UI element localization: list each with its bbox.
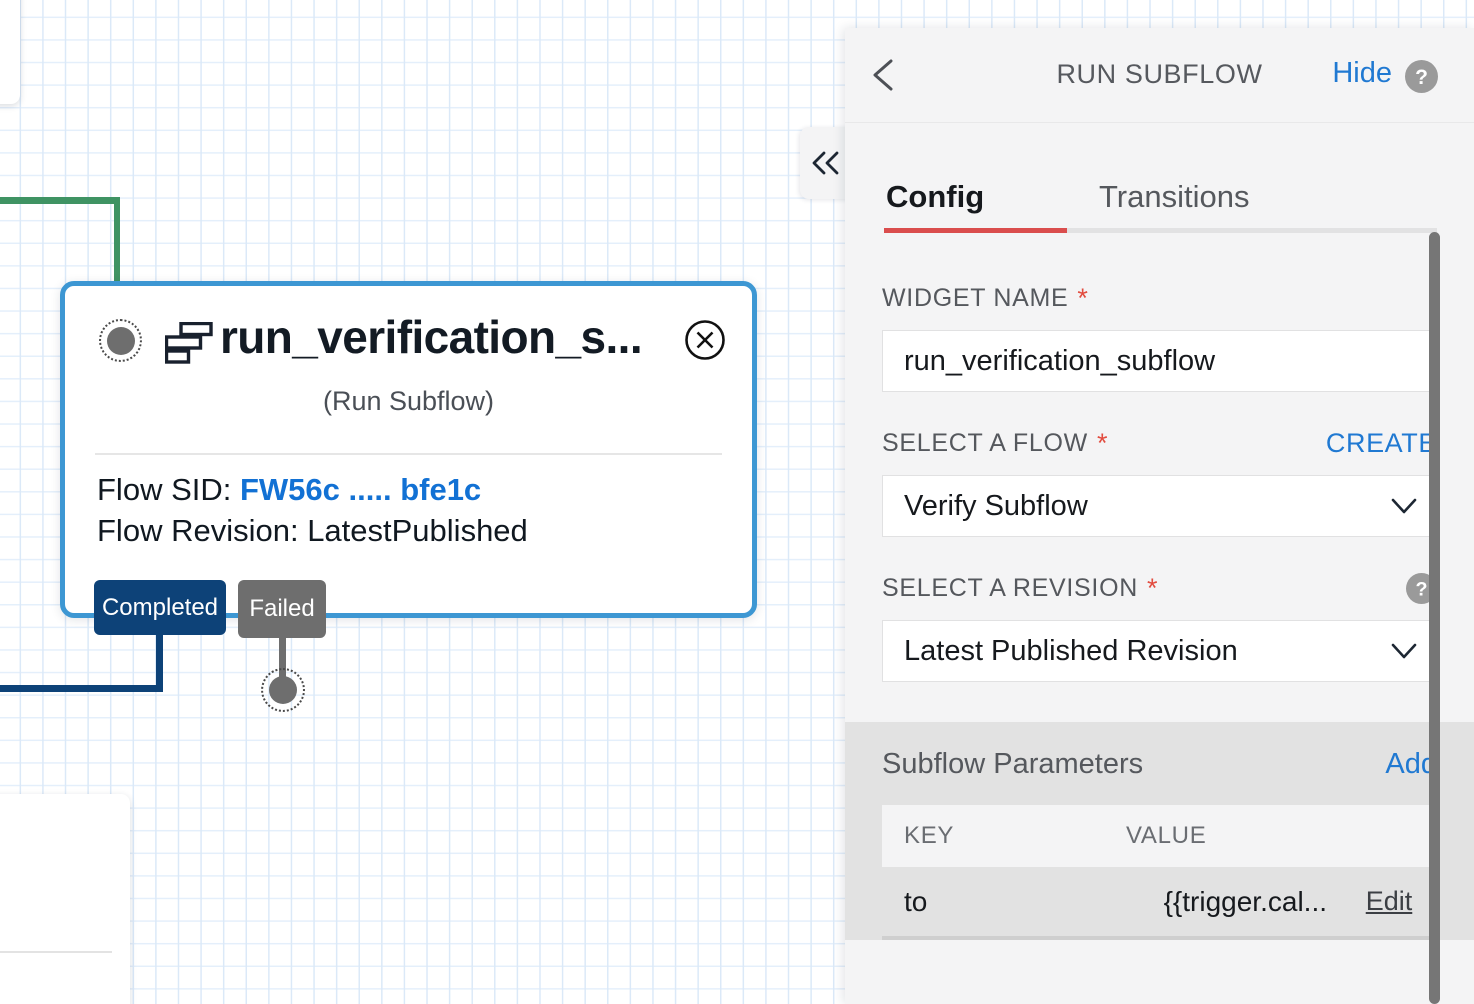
column-header-key: KEY [904, 822, 955, 849]
node-flow-sid-row: Flow SID: FW56c ..... bfe1c [97, 469, 528, 510]
node-flow-revision-value: LatestPublished [307, 513, 528, 549]
node-input-connector[interactable] [99, 319, 142, 362]
select-flow-dropdown[interactable]: Verify Subflow [882, 475, 1437, 537]
chevron-down-icon [1391, 498, 1417, 514]
tab-active-indicator [884, 228, 1067, 233]
table-header-row: KEY VALUE [882, 805, 1437, 867]
node-title: run_verification_s... [220, 311, 643, 363]
select-flow-label: SELECT A FLOW * [882, 428, 1108, 459]
node-flow-sid-value: FW56c ..... bfe1c [239, 472, 482, 507]
select-revision-label: SELECT A REVISION * [882, 573, 1158, 604]
run-subflow-widget-node[interactable]: run_verification_s... (Run Subflow) Flow… [60, 281, 757, 618]
select-revision-label-row: SELECT A REVISION * ? [882, 573, 1437, 604]
required-marker: * [1096, 428, 1109, 458]
select-revision-value: Latest Published Revision [904, 634, 1238, 667]
node-flow-sid-label: Flow SID: [97, 472, 232, 507]
edit-parameter-button[interactable]: Edit [1366, 886, 1413, 916]
widget-name-label-text: WIDGET NAME [882, 284, 1069, 312]
select-flow-label-text: SELECT A FLOW [882, 429, 1088, 457]
widget-name-label: WIDGET NAME * [882, 283, 1474, 314]
chevron-down-icon [1391, 643, 1417, 659]
panel-scrollbar-thumb[interactable] [1429, 232, 1440, 1004]
node-subtitle: (Run Subflow) [322, 386, 495, 416]
svg-text:?: ? [1415, 66, 1428, 89]
subflow-parameters-title: Subflow Parameters [882, 748, 1144, 780]
select-flow-label-row: SELECT A FLOW * CREATE [882, 428, 1437, 459]
panel-header: RUN SUBFLOW Hide ? [845, 28, 1474, 123]
widget-config-panel: RUN SUBFLOW Hide ? Config Transitions WI… [845, 28, 1474, 1004]
transition-pill-completed[interactable]: Completed [94, 580, 226, 635]
offscreen-widget-card-bottom[interactable]: e... [0, 794, 130, 1004]
required-marker: * [1146, 573, 1159, 603]
failed-connector-endpoint[interactable] [261, 668, 305, 712]
app-root: e... run_verification_s... [0, 0, 1474, 1004]
create-flow-button[interactable]: CREATE [1326, 428, 1437, 459]
node-divider [95, 453, 722, 455]
endpoint-dot [269, 676, 297, 704]
table-bottom-divider [882, 936, 1437, 940]
select-flow-value: Verify Subflow [904, 489, 1088, 522]
node-flow-revision-label: Flow Revision: [97, 513, 299, 549]
subflow-icon [165, 322, 213, 364]
completed-connector-vertical [156, 632, 163, 692]
select-revision-label-text: SELECT A REVISION [882, 574, 1138, 602]
close-icon[interactable] [684, 319, 726, 361]
node-flow-revision-row: Flow Revision: LatestPublished [97, 510, 528, 551]
completed-connector-horizontal [0, 685, 163, 692]
tab-transitions[interactable]: Transitions [1099, 179, 1249, 215]
node-header: run_verification_s... [65, 286, 752, 398]
help-circle-icon[interactable]: ? [1405, 60, 1438, 93]
incoming-connector-vertical [113, 197, 120, 289]
svg-text:?: ? [1415, 579, 1427, 601]
table-row[interactable]: to {{trigger.cal... Edit [882, 867, 1437, 936]
double-chevron-left-icon [812, 151, 839, 175]
card-divider [0, 951, 112, 953]
required-marker: * [1077, 283, 1089, 313]
incoming-connector-horizontal [0, 197, 120, 204]
transition-pill-failed[interactable]: Failed [238, 580, 326, 638]
widget-name-value: run_verification_subflow [904, 344, 1216, 377]
subflow-parameters-table: KEY VALUE to {{trigger.cal... Edit [882, 805, 1437, 936]
subflow-parameters-section: Subflow Parameters Add KEY VALUE to {{tr… [845, 722, 1474, 940]
hide-panel-button[interactable]: Hide [1332, 57, 1392, 90]
panel-tabs: Config Transitions [845, 179, 1474, 237]
tab-config[interactable]: Config [886, 179, 984, 215]
subflow-parameters-header: Subflow Parameters Add [882, 748, 1437, 781]
select-revision-dropdown[interactable]: Latest Published Revision [882, 620, 1437, 682]
column-header-value: VALUE [1126, 822, 1207, 849]
widget-name-input[interactable]: run_verification_subflow [882, 330, 1437, 392]
cell-value: {{trigger.cal... [1163, 885, 1327, 917]
cell-actions: Edit [1341, 886, 1437, 917]
offscreen-widget-card-top[interactable] [0, 0, 20, 104]
node-input-dot [106, 326, 135, 355]
node-details: Flow SID: FW56c ..... bfe1c Flow Revisio… [97, 469, 528, 551]
cell-key: to [904, 885, 928, 917]
